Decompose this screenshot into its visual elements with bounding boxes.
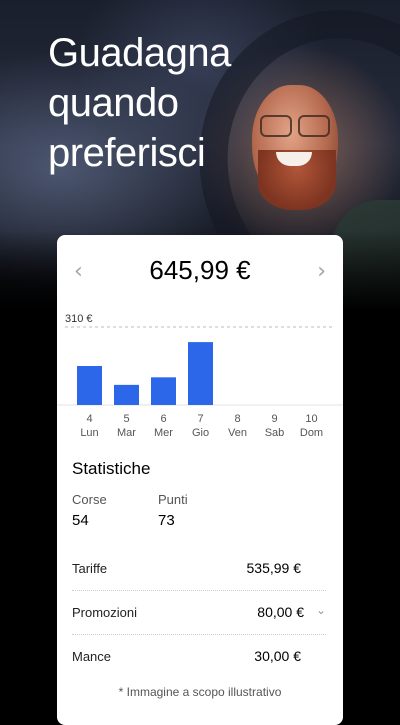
tick-date-8: 8 [234,413,240,425]
tick-day-Mar: Mar [117,427,136,439]
chevron-down-icon[interactable]: ⌄ [316,603,326,617]
points-label: Punti [158,492,188,507]
earnings-card: ‹ › 645,99 € 310 €4 Lun 5 Mar 6 Mer 7 Gio 8 Ven 9 S… [57,235,343,725]
reference-label: 310 € [65,313,93,325]
tick-day-Sab: Sab [265,427,285,439]
fares-row: Tariffe 535,99 € [72,547,326,591]
bar-day-4 [77,366,102,405]
bar-day-5 [114,384,139,405]
tick-day-Ven: Ven [228,427,247,439]
promotions-row[interactable]: Promozioni 80,00 € ⌄ [72,591,326,635]
headline-line-1: Guadagna [48,31,231,75]
headline-line-3: preferisci [48,131,206,175]
tick-date-9: 9 [271,413,277,425]
tips-value: 30,00 € [254,648,301,664]
weekly-earnings-total: 645,99 € [149,255,251,285]
rides-label: Corse [72,492,107,507]
bar-day-7 [188,342,213,405]
promotions-value: 80,00 € [257,604,304,620]
tick-day-Dom: Dom [300,427,323,439]
tips-label: Mance [72,649,112,664]
bar-day-6 [151,377,176,405]
statistics-title: Statistiche [72,459,151,478]
tick-date-4: 4 [86,413,92,425]
tick-date-7: 7 [197,413,203,425]
tick-date-10: 10 [305,413,317,425]
tick-date-6: 6 [160,413,166,425]
earnings-bar-chart: 310 € 4 Lun 5 Mar 6 Mer 7 Gio 8 Ven 9 Sab 10 Dom [57,313,343,439]
fares-label: Tariffe [72,561,108,576]
tick-day-Mer: Mer [154,427,173,439]
headline: Guadagna quando preferisci [48,28,368,178]
tick-day-Lun: Lun [80,427,98,439]
tick-date-5: 5 [123,413,129,425]
tick-day-Gio: Gio [192,427,209,439]
points-value: 73 [158,512,175,529]
headline-line-2: quando [48,81,179,125]
rides-value: 54 [72,512,89,529]
disclaimer: * Immagine a scopo illustrativo [118,685,282,699]
tips-row: Mance 30,00 € [72,635,326,679]
promotions-label: Promozioni [72,605,138,620]
fares-value: 535,99 € [246,560,302,576]
